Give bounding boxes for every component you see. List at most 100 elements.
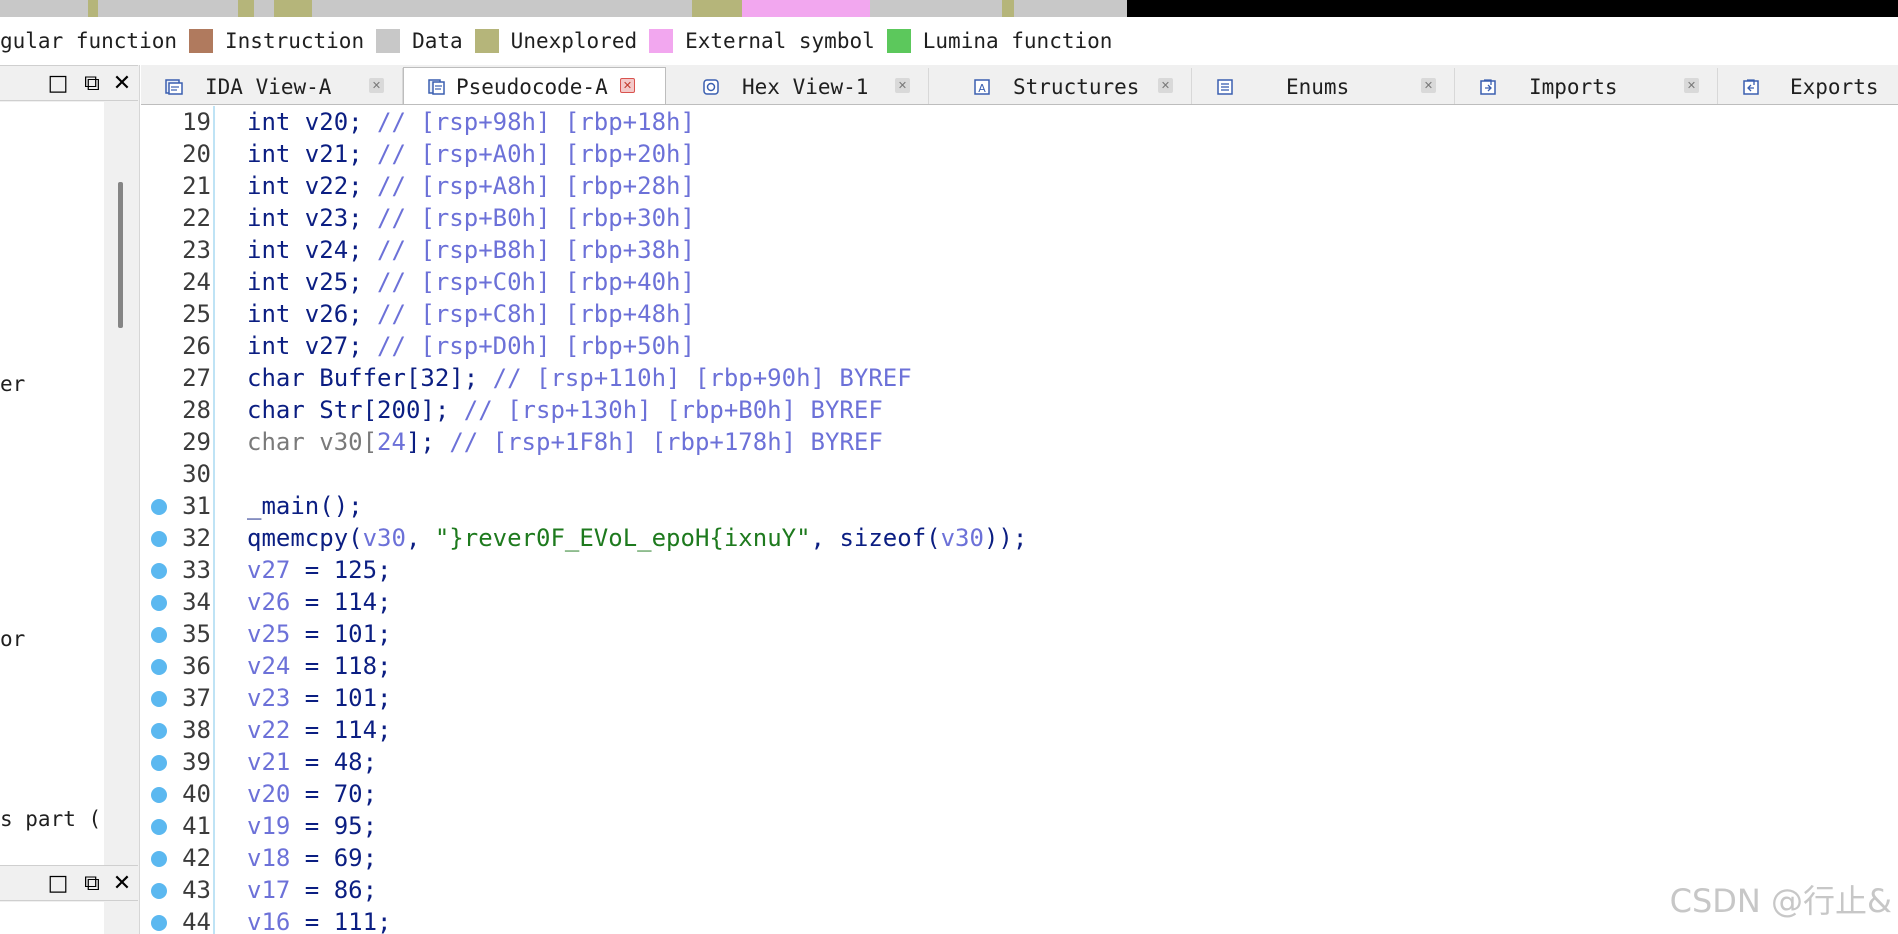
- code-text[interactable]: int v20; // [rsp+98h] [rbp+18h]: [247, 106, 695, 138]
- code-line[interactable]: 30: [141, 458, 1898, 490]
- code-line[interactable]: 25 int v26; // [rsp+C8h] [rbp+48h]: [141, 298, 1898, 330]
- pseudocode-view[interactable]: 19 int v20; // [rsp+98h] [rbp+18h] 20 int v…: [141, 106, 1898, 934]
- close-tab-icon[interactable]: ✕: [1684, 78, 1699, 93]
- code-line[interactable]: 19 int v20; // [rsp+98h] [rbp+18h]: [141, 106, 1898, 138]
- line-number: 32: [182, 524, 211, 552]
- code-text[interactable]: v24 = 118;: [247, 650, 392, 682]
- breakpoint-dot-icon[interactable]: [151, 851, 167, 867]
- code-text[interactable]: char Str[200]; // [rsp+130h] [rbp+B0h] B…: [247, 394, 883, 426]
- navigation-band[interactable]: [0, 0, 1898, 17]
- code-line[interactable]: 35 v25 = 101;: [141, 618, 1898, 650]
- code-token: , sizeof(: [810, 524, 941, 552]
- breakpoint-dot-icon[interactable]: [151, 915, 167, 931]
- code-line[interactable]: 27 char Buffer[32]; // [rsp+110h] [rbp+90…: [141, 362, 1898, 394]
- code-text[interactable]: char v30[24]; // [rsp+1F8h] [rbp+178h] B…: [247, 426, 883, 458]
- tab-pseudocode-a[interactable]: Pseudocode-A ✕: [403, 67, 666, 104]
- restore-icon[interactable]: ⧉: [80, 71, 104, 96]
- code-line[interactable]: 37 v23 = 101;: [141, 682, 1898, 714]
- code-text[interactable]: int v24; // [rsp+B8h] [rbp+38h]: [247, 234, 695, 266]
- legend-label: Unexplored: [510, 29, 638, 53]
- exports-icon: [1742, 78, 1760, 96]
- code-line[interactable]: 40 v20 = 70;: [141, 778, 1898, 810]
- breakpoint-dot-icon[interactable]: [151, 595, 167, 611]
- code-text[interactable]: int v26; // [rsp+C8h] [rbp+48h]: [247, 298, 695, 330]
- code-text[interactable]: _main();: [247, 490, 363, 522]
- tab-structures[interactable]: A Structures ✕: [929, 68, 1192, 104]
- code-line[interactable]: 32 qmemcpy(v30, "}rever0F_EVoL_epoH{ixnuY…: [141, 522, 1898, 554]
- code-text[interactable]: qmemcpy(v30, "}rever0F_EVoL_epoH{ixnuY",…: [247, 522, 1027, 554]
- list-item[interactable]: or: [0, 627, 25, 651]
- code-text[interactable]: int v25; // [rsp+C0h] [rbp+40h]: [247, 266, 695, 298]
- breakpoint-dot-icon[interactable]: [151, 659, 167, 675]
- breakpoint-dot-icon[interactable]: [151, 531, 167, 547]
- functions-scrollbar[interactable]: [104, 102, 138, 884]
- code-text[interactable]: v22 = 114;: [247, 714, 392, 746]
- code-text[interactable]: int v22; // [rsp+A8h] [rbp+28h]: [247, 170, 695, 202]
- code-line[interactable]: 21 int v22; // [rsp+A8h] [rbp+28h]: [141, 170, 1898, 202]
- breakpoint-dot-icon[interactable]: [151, 755, 167, 771]
- breakpoint-dot-icon[interactable]: [151, 819, 167, 835]
- code-line[interactable]: 43 v17 = 86;: [141, 874, 1898, 906]
- functions-panel: □ ⧉ ✕ er or s part ( □ ⧉ ✕: [0, 65, 140, 934]
- code-text[interactable]: v27 = 125;: [247, 554, 392, 586]
- functions-list[interactable]: er or s part (: [0, 102, 104, 884]
- code-text[interactable]: int v21; // [rsp+A0h] [rbp+20h]: [247, 138, 695, 170]
- close-tab-icon[interactable]: ✕: [895, 78, 910, 93]
- breakpoint-dot-icon[interactable]: [151, 499, 167, 515]
- code-text[interactable]: int v27; // [rsp+D0h] [rbp+50h]: [247, 330, 695, 362]
- code-text[interactable]: v16 = 111;: [247, 906, 392, 934]
- breakpoint-dot-icon[interactable]: [151, 563, 167, 579]
- code-line[interactable]: 38 v22 = 114;: [141, 714, 1898, 746]
- tab-ida-view-a[interactable]: IDA View-A ✕: [141, 68, 403, 104]
- code-line[interactable]: 22 int v23; // [rsp+B0h] [rbp+30h]: [141, 202, 1898, 234]
- close-tab-icon[interactable]: ✕: [1158, 78, 1173, 93]
- code-line[interactable]: 33 v27 = 125;: [141, 554, 1898, 586]
- code-line[interactable]: 36 v24 = 118;: [141, 650, 1898, 682]
- close-tab-icon[interactable]: ✕: [1421, 78, 1436, 93]
- code-line[interactable]: 39 v21 = 48;: [141, 746, 1898, 778]
- code-line[interactable]: 31 _main();: [141, 490, 1898, 522]
- tab-exports[interactable]: Exports: [1718, 68, 1898, 104]
- code-text[interactable]: int v23; // [rsp+B0h] [rbp+30h]: [247, 202, 695, 234]
- code-line[interactable]: 28 char Str[200]; // [rsp+130h] [rbp+B0h]…: [141, 394, 1898, 426]
- code-text[interactable]: v26 = 114;: [247, 586, 392, 618]
- code-text[interactable]: v20 = 70;: [247, 778, 377, 810]
- close-tab-icon[interactable]: ✕: [620, 78, 635, 93]
- line-number: 25: [182, 300, 211, 328]
- list-item[interactable]: s part (: [0, 807, 101, 831]
- maximize-icon[interactable]: □: [46, 871, 70, 896]
- code-text[interactable]: v21 = 48;: [247, 746, 377, 778]
- scrollbar-thumb[interactable]: [118, 182, 123, 328]
- tab-hex-view-1[interactable]: Hex View-1 ✕: [666, 68, 929, 104]
- close-icon[interactable]: ✕: [110, 871, 134, 896]
- code-text[interactable]: char Buffer[32]; // [rsp+110h] [rbp+90h]…: [247, 362, 912, 394]
- breakpoint-dot-icon[interactable]: [151, 787, 167, 803]
- code-line[interactable]: 42 v18 = 69;: [141, 842, 1898, 874]
- code-line[interactable]: 34 v26 = 114;: [141, 586, 1898, 618]
- code-line[interactable]: 29 char v30[24]; // [rsp+1F8h] [rbp+178h]…: [141, 426, 1898, 458]
- code-line[interactable]: 44 v16 = 111;: [141, 906, 1898, 934]
- list-item[interactable]: er: [0, 372, 25, 396]
- code-line[interactable]: 41 v19 = 95;: [141, 810, 1898, 842]
- close-tab-icon[interactable]: ✕: [369, 78, 384, 93]
- code-text[interactable]: v19 = 95;: [247, 810, 377, 842]
- close-icon[interactable]: ✕: [110, 71, 134, 96]
- breakpoint-dot-icon[interactable]: [151, 883, 167, 899]
- code-line[interactable]: 23 int v24; // [rsp+B8h] [rbp+38h]: [141, 234, 1898, 266]
- code-text[interactable]: v18 = 69;: [247, 842, 377, 874]
- code-text[interactable]: v25 = 101;: [247, 618, 392, 650]
- tab-enums[interactable]: Enums ✕: [1192, 68, 1455, 104]
- tab-imports[interactable]: Imports ✕: [1455, 68, 1718, 104]
- restore-icon[interactable]: ⧉: [80, 871, 104, 896]
- code-text[interactable]: v23 = 101;: [247, 682, 392, 714]
- code-line[interactable]: 24 int v25; // [rsp+C0h] [rbp+40h]: [141, 266, 1898, 298]
- code-text[interactable]: v17 = 86;: [247, 874, 377, 906]
- legend-item-instruction: Instruction: [177, 29, 364, 53]
- breakpoint-dot-icon[interactable]: [151, 627, 167, 643]
- code-line[interactable]: 20 int v21; // [rsp+A0h] [rbp+20h]: [141, 138, 1898, 170]
- breakpoint-dot-icon[interactable]: [151, 723, 167, 739]
- code-line[interactable]: 26 int v27; // [rsp+D0h] [rbp+50h]: [141, 330, 1898, 362]
- legend-item-data: Data: [364, 29, 463, 53]
- maximize-icon[interactable]: □: [46, 71, 70, 96]
- breakpoint-dot-icon[interactable]: [151, 691, 167, 707]
